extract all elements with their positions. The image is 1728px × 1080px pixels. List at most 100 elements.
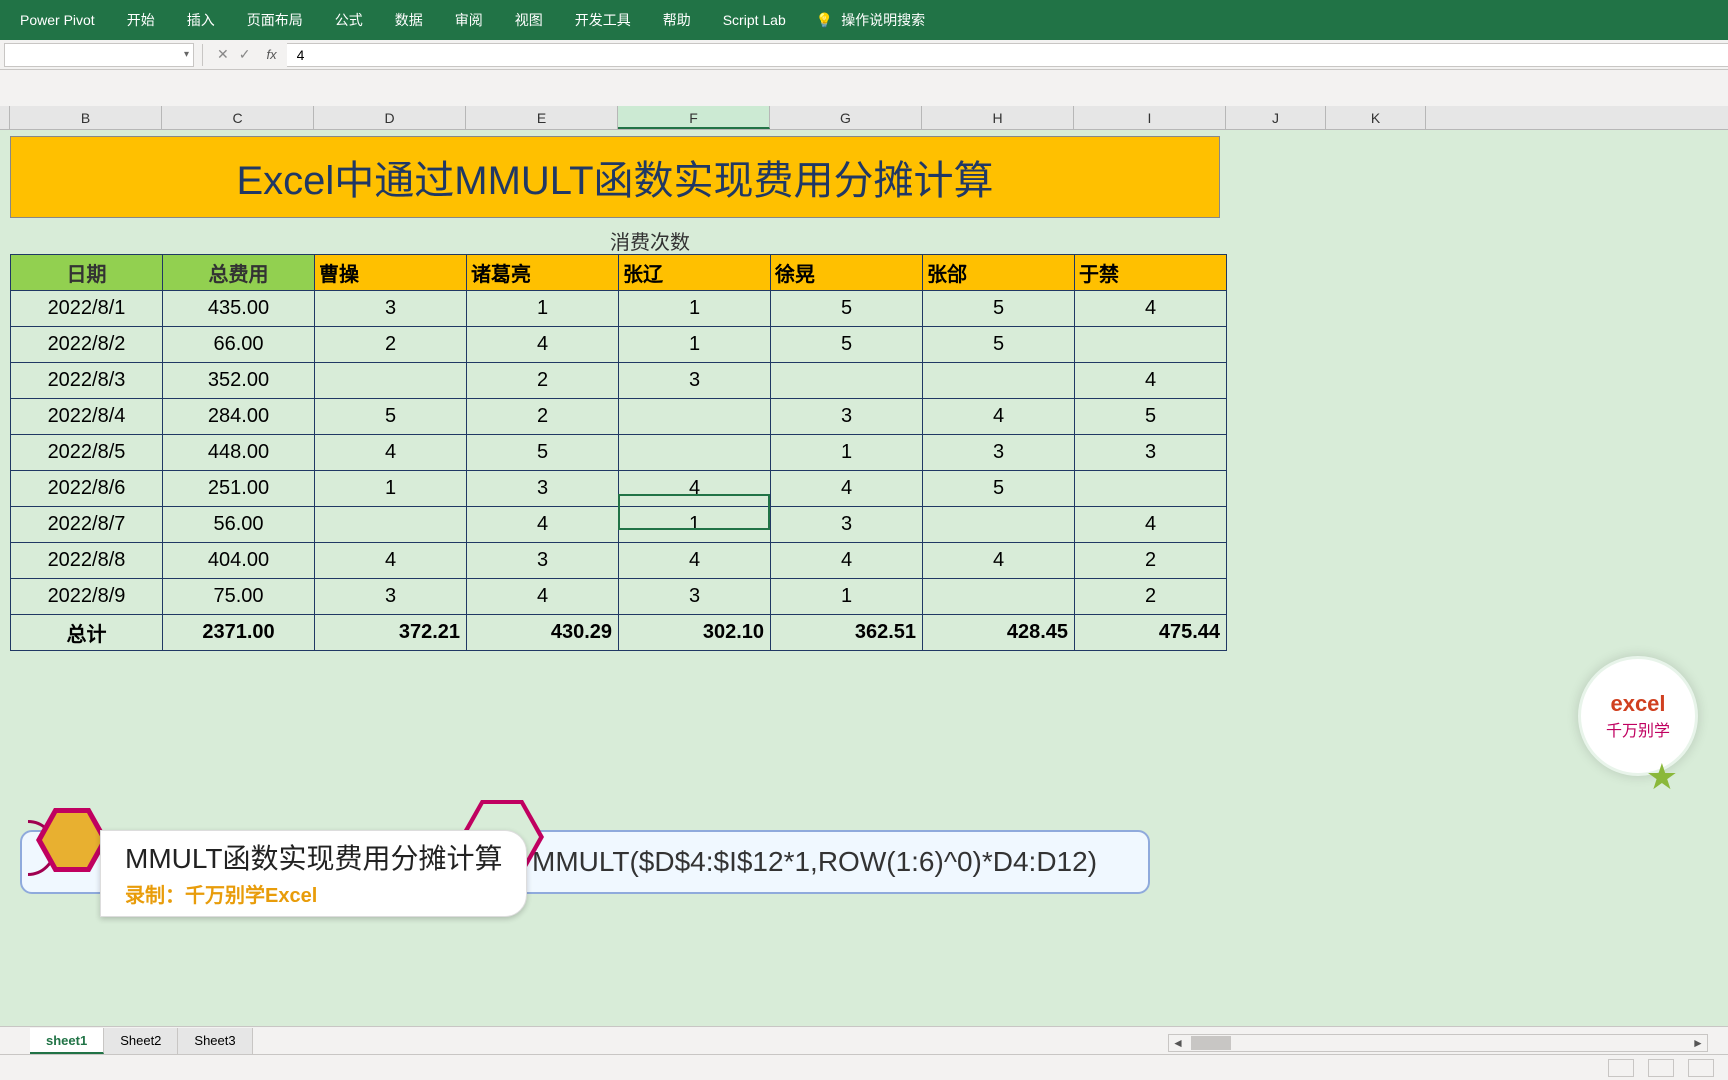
cell-value[interactable]: 5 [923, 327, 1075, 363]
cell-date[interactable]: 2022/8/3 [11, 363, 163, 399]
cell-value[interactable]: 4 [467, 507, 619, 543]
cell-value[interactable]: 3 [619, 363, 771, 399]
cell-value[interactable] [1075, 471, 1227, 507]
cell-value[interactable]: 5 [771, 327, 923, 363]
name-box[interactable]: ▾ [4, 43, 194, 67]
cell-value[interactable]: 4 [467, 579, 619, 615]
scroll-right-icon[interactable]: ► [1689, 1036, 1707, 1050]
cell-value[interactable]: 1 [619, 291, 771, 327]
cell-value[interactable]: 5 [1075, 399, 1227, 435]
cell-cost[interactable]: 251.00 [163, 471, 315, 507]
cell-date[interactable]: 2022/8/4 [11, 399, 163, 435]
cell-value[interactable]: 5 [923, 471, 1075, 507]
column-header[interactable]: J [1226, 106, 1326, 129]
cell-value[interactable]: 4 [923, 543, 1075, 579]
enter-icon[interactable]: ✓ [239, 46, 251, 63]
cell-value[interactable]: 3 [771, 507, 923, 543]
cell-value[interactable] [619, 435, 771, 471]
cell-value[interactable]: 5 [315, 399, 467, 435]
cell-value[interactable]: 4 [467, 327, 619, 363]
ribbon-tab[interactable]: 帮助 [647, 0, 707, 40]
column-header[interactable]: H [922, 106, 1074, 129]
cell-value[interactable]: 2 [467, 363, 619, 399]
cell-cost[interactable]: 56.00 [163, 507, 315, 543]
cell-value[interactable]: 4 [1075, 363, 1227, 399]
worksheet-grid[interactable]: BCDEFGHIJK Excel中通过MMULT函数实现费用分摊计算 消费次数 … [0, 106, 1728, 926]
cell-value[interactable]: 3 [315, 579, 467, 615]
sheet-tab[interactable]: Sheet3 [178, 1028, 252, 1054]
ribbon-tab[interactable]: 开始 [111, 0, 171, 40]
cell-value[interactable] [619, 399, 771, 435]
cell-value[interactable]: 3 [1075, 435, 1227, 471]
cell-cost[interactable]: 404.00 [163, 543, 315, 579]
cell-value[interactable]: 4 [771, 543, 923, 579]
ribbon-tab[interactable]: Power Pivot [4, 0, 111, 40]
scroll-thumb[interactable] [1191, 1036, 1231, 1050]
cell-value[interactable] [923, 579, 1075, 615]
ribbon-tab[interactable]: 开发工具 [559, 0, 647, 40]
ribbon-tab[interactable]: 视图 [499, 0, 559, 40]
column-header[interactable]: K [1326, 106, 1426, 129]
cell-date[interactable]: 2022/8/1 [11, 291, 163, 327]
column-header[interactable]: G [770, 106, 922, 129]
cell-cost[interactable]: 284.00 [163, 399, 315, 435]
cell-date[interactable]: 2022/8/7 [11, 507, 163, 543]
cell-value[interactable]: 3 [315, 291, 467, 327]
dropdown-caret-icon[interactable]: ▾ [184, 49, 189, 60]
cell-value[interactable] [315, 363, 467, 399]
cancel-icon[interactable]: ✕ [217, 46, 229, 63]
cell-value[interactable]: 2 [467, 399, 619, 435]
cell-date[interactable]: 2022/8/8 [11, 543, 163, 579]
sheet-tab[interactable]: sheet1 [30, 1028, 104, 1054]
cell-cost[interactable]: 75.00 [163, 579, 315, 615]
cell-value[interactable]: 4 [619, 543, 771, 579]
cell-cost[interactable]: 66.00 [163, 327, 315, 363]
cell-value[interactable]: 1 [771, 579, 923, 615]
view-layout-icon[interactable] [1648, 1059, 1674, 1077]
sheet-tab[interactable]: Sheet2 [104, 1028, 178, 1054]
cell-cost[interactable]: 435.00 [163, 291, 315, 327]
ribbon-tab[interactable]: 插入 [171, 0, 231, 40]
cell-value[interactable] [1075, 327, 1227, 363]
cell-value[interactable]: 4 [619, 471, 771, 507]
cell-value[interactable]: 5 [771, 291, 923, 327]
cell-value[interactable] [771, 363, 923, 399]
ribbon-tab[interactable]: Script Lab [707, 0, 802, 40]
cell-value[interactable]: 5 [923, 291, 1075, 327]
cell-date[interactable]: 2022/8/6 [11, 471, 163, 507]
column-header[interactable]: B [10, 106, 162, 129]
ribbon-tab[interactable]: 公式 [319, 0, 379, 40]
cell-date[interactable]: 2022/8/2 [11, 327, 163, 363]
fx-icon[interactable]: fx [266, 47, 276, 62]
cell-value[interactable]: 1 [771, 435, 923, 471]
cell-value[interactable]: 1 [619, 507, 771, 543]
cell-value[interactable]: 1 [619, 327, 771, 363]
column-header[interactable]: F [618, 106, 770, 129]
cell-value[interactable]: 3 [771, 399, 923, 435]
cell-value[interactable]: 3 [923, 435, 1075, 471]
column-header[interactable]: D [314, 106, 466, 129]
ribbon-tab[interactable]: 页面布局 [231, 0, 319, 40]
cell-value[interactable]: 4 [1075, 291, 1227, 327]
select-all-corner[interactable] [0, 106, 10, 129]
cell-value[interactable]: 4 [315, 543, 467, 579]
ribbon-tab[interactable]: 审阅 [439, 0, 499, 40]
cell-value[interactable] [923, 507, 1075, 543]
tell-me-search[interactable]: 💡操作说明搜索 [802, 10, 925, 30]
cell-value[interactable]: 5 [467, 435, 619, 471]
cell-value[interactable]: 1 [467, 291, 619, 327]
formula-input[interactable] [287, 43, 1728, 67]
cell-date[interactable]: 2022/8/5 [11, 435, 163, 471]
scroll-left-icon[interactable]: ◄ [1169, 1036, 1187, 1050]
ribbon-tab[interactable]: 数据 [379, 0, 439, 40]
data-table[interactable]: 日期 总费用 曹操 诸葛亮 张辽 徐晃 张郃 于禁 2022/8/1435.00… [10, 254, 1227, 651]
cell-value[interactable]: 2 [1075, 543, 1227, 579]
view-pagebreak-icon[interactable] [1688, 1059, 1714, 1077]
cell-date[interactable]: 2022/8/9 [11, 579, 163, 615]
cell-value[interactable]: 2 [315, 327, 467, 363]
cell-value[interactable]: 4 [1075, 507, 1227, 543]
view-normal-icon[interactable] [1608, 1059, 1634, 1077]
column-header[interactable]: I [1074, 106, 1226, 129]
cell-value[interactable]: 4 [315, 435, 467, 471]
cell-value[interactable]: 3 [467, 543, 619, 579]
